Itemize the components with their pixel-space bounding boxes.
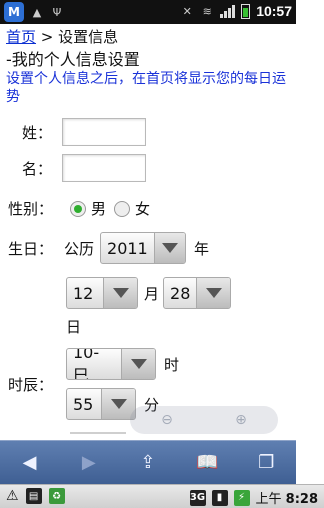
gender-female-label: 女: [135, 200, 151, 218]
minute-select[interactable]: 55: [66, 388, 136, 420]
gender-label: 性别：: [8, 200, 54, 218]
status-right-icons: ✕ ≋ 10:57: [180, 3, 292, 19]
tabs-icon[interactable]: ❐: [248, 448, 284, 478]
birthday-label: 生日：: [8, 239, 54, 258]
zoom-out-icon[interactable]: ⊖: [161, 412, 173, 428]
given-name-label: 名：: [22, 159, 53, 178]
page-notice: 设置个人信息之后，在首页将显示您的每日运势: [6, 71, 286, 105]
hour-label-row: 时辰：: [8, 374, 53, 395]
month-value: 12: [73, 283, 94, 303]
hour-label: 时辰：: [8, 376, 54, 394]
chevron-down-icon: [121, 349, 155, 379]
zoom-control[interactable]: ⊖ ⊕: [130, 406, 278, 434]
given-name-row: 名：: [22, 154, 146, 182]
breadcrumb-current: 设置信息: [58, 28, 119, 46]
android-icon: ▲: [32, 5, 42, 19]
gender-radio-female[interactable]: [114, 200, 131, 217]
signal-icon: [220, 4, 236, 18]
gender-row: 性别： 男 女: [8, 198, 150, 219]
system-bar: ⚠ ▤ ♻ 3G ▮ ⚡ 上午 8:28: [0, 484, 324, 508]
usb-icon: Ψ: [52, 5, 62, 19]
hour-select-row: 10-巳 时: [66, 348, 179, 380]
status-left-icons: M ▲ Ψ: [4, 2, 64, 22]
recycle-icon: ♻: [48, 488, 65, 504]
battery-charging-icon: ⚡: [233, 489, 250, 506]
breadcrumb-home-link[interactable]: 首页: [6, 28, 36, 46]
surname-input[interactable]: [62, 118, 146, 146]
year-unit: 年: [194, 239, 210, 258]
year-value: 2011: [107, 238, 148, 258]
day-unit-row: 日: [66, 316, 81, 337]
browser-toolbar: ◀ ▶ ⇪ 📖 ❐: [0, 440, 296, 484]
month-day-row: 12 月 28: [66, 277, 232, 309]
back-icon[interactable]: ◀: [12, 448, 48, 478]
phone-screen: M ▲ Ψ ✕ ≋ 10:57 首页 > 设置信息 -我的个人信息设置 设置个人…: [0, 0, 296, 508]
chevron-down-icon: [196, 278, 231, 308]
system-right-icons: 3G ▮ ⚡ 上午 8:28: [189, 488, 319, 507]
bookmarks-icon[interactable]: 📖: [189, 448, 225, 478]
zoom-in-icon[interactable]: ⊕: [235, 412, 247, 428]
month-select[interactable]: 12: [66, 277, 138, 309]
warning-icon: ⚠: [6, 488, 19, 504]
gender-radio-male[interactable]: [70, 200, 86, 217]
birthday-row: 生日： 公历 2011 年: [8, 232, 209, 264]
mute-icon: ✕: [182, 4, 192, 18]
page-content: 首页 > 设置信息 -我的个人信息设置 设置个人信息之后，在首页将显示您的每日运…: [6, 26, 294, 106]
status-time: 10:57: [256, 3, 292, 19]
page-title: -我的个人信息设置: [6, 50, 140, 69]
minute-value: 55: [73, 394, 94, 414]
month-unit: 月: [144, 284, 160, 303]
chevron-down-icon: [153, 233, 186, 263]
app-icon: M: [4, 2, 24, 22]
hour-unit: 时: [164, 355, 180, 374]
day-value: 28: [170, 283, 191, 303]
system-time: 上午 8:28: [256, 488, 319, 507]
day-select[interactable]: 28: [163, 277, 232, 309]
hour-value: 10-巳: [73, 348, 100, 380]
given-name-input[interactable]: [62, 154, 146, 182]
wifi-icon: ≋: [202, 4, 212, 18]
battery-icon: [241, 3, 251, 19]
forward-icon[interactable]: ▶: [71, 448, 107, 478]
sd-card-icon: ▤: [25, 488, 42, 504]
system-time-prefix: 上午: [255, 492, 282, 507]
day-unit: 日: [66, 318, 82, 336]
status-bar: M ▲ Ψ ✕ ≋ 10:57: [0, 0, 296, 24]
chevron-down-icon: [103, 278, 137, 308]
share-icon[interactable]: ⇪: [130, 448, 166, 478]
network-3g-icon: 3G: [189, 489, 206, 506]
system-time-value: 8:28: [285, 492, 318, 507]
breadcrumb: 首页 > 设置信息: [6, 26, 294, 48]
hour-select[interactable]: 10-巳: [66, 348, 156, 380]
year-select[interactable]: 2011: [100, 232, 187, 264]
breadcrumb-separator: >: [40, 28, 54, 46]
hidden-submit-button[interactable]: [70, 432, 126, 440]
system-left-icons: ⚠ ▤ ♻: [6, 488, 65, 504]
surname-row: 姓：: [22, 118, 146, 146]
signal-bars-icon: ▮: [211, 489, 228, 506]
surname-label: 姓：: [22, 123, 53, 142]
calendar-type-label: 公历: [64, 239, 95, 258]
gender-male-label: 男: [91, 200, 107, 218]
